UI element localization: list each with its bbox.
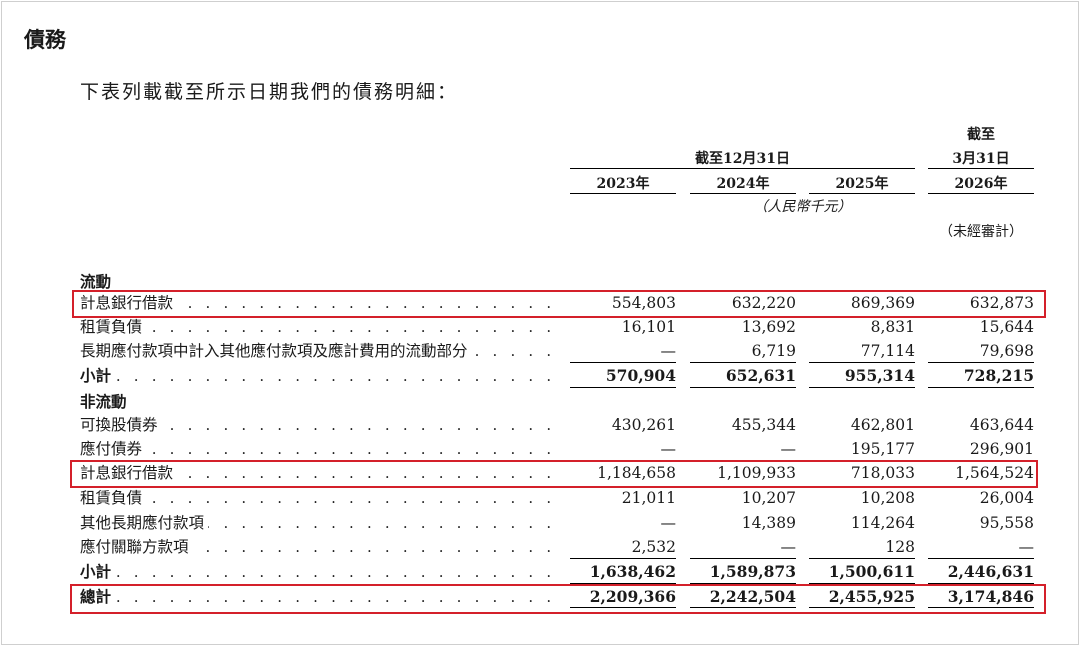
- header-year-rule-2026: [928, 193, 1034, 194]
- subtotal-rule-2026: [928, 558, 1034, 559]
- cell-2026: —: [1018, 538, 1035, 556]
- row-label: 小計: [80, 562, 116, 581]
- table-row-subtotal: . . . . . . . . . . . . . . . . . . . . …: [80, 364, 1035, 388]
- row-label: 小計: [80, 366, 116, 385]
- header-year-2024: 2024年: [716, 176, 770, 192]
- currency-unit: （人民幣千元）: [753, 199, 852, 215]
- header-year-rule-2025: [809, 193, 915, 194]
- header-year-2025: 2025年: [835, 176, 889, 192]
- row-label: 應付關聯方款項: [80, 538, 193, 556]
- table-row: . . . . . . . . . . . . . . . . . . . . …: [80, 511, 1035, 535]
- cell-2026: 15,644: [979, 318, 1034, 336]
- cell-2025: 10,208: [860, 489, 915, 507]
- subtotal-rule-2023: [570, 558, 676, 559]
- row-label: 租賃負債: [80, 318, 147, 336]
- cell-2023: —: [660, 514, 677, 532]
- table-row: . . . . . . . . . . . . . . . . . . . . …: [80, 413, 1035, 437]
- header-group-dec31: 截至12月31日: [695, 151, 790, 167]
- header-group-mar31-line2: 3月31日: [952, 151, 1010, 167]
- subtotal-rule-2024: [690, 362, 796, 363]
- table-row: . . . . . . . . . . . . . . . . . . . . …: [80, 535, 1035, 559]
- table-row: . . . . . . . . . . . . . . . . . . . . …: [80, 339, 1035, 363]
- cell-2024: 6,719: [751, 342, 796, 360]
- cell-2026: 728,215: [963, 366, 1034, 385]
- cell-2024: 13,692: [741, 318, 796, 336]
- section-noncurrent: 非流動: [80, 392, 127, 411]
- subtotal-rule-2025: [809, 558, 915, 559]
- subtotal-rule-2024: [690, 558, 796, 559]
- cell-2023: 570,904: [605, 366, 676, 385]
- cell-2026: 26,004: [979, 489, 1034, 507]
- cell-2025: 462,801: [850, 416, 915, 434]
- cell-2024: 455,344: [731, 416, 796, 434]
- subtotal-underline-2026: [928, 387, 1034, 388]
- header-year-2023: 2023年: [596, 176, 650, 192]
- cell-2025: 128: [885, 538, 915, 556]
- cell-2026: 296,901: [969, 440, 1034, 458]
- subtotal-underline-2024: [690, 387, 796, 388]
- cell-2024: 10,207: [741, 489, 796, 507]
- cell-2023: 16,101: [621, 318, 676, 336]
- row-label: 租賃負債: [80, 489, 147, 507]
- table-row-subtotal: . . . . . . . . . . . . . . . . . . . . …: [80, 560, 1035, 584]
- header-group-mar31-rule: [928, 168, 1034, 169]
- cell-2023: 21,011: [621, 489, 676, 507]
- table-row: . . . . . . . . . . . . . . . . . . . . …: [80, 486, 1035, 510]
- row-label: 長期應付款項中計入其他應付款項及應計費用的流動部分: [80, 342, 472, 360]
- unaudited-note: （未經審計）: [939, 224, 1023, 240]
- section-heading: 債務: [24, 27, 66, 52]
- cell-2025: 955,314: [844, 366, 915, 385]
- cell-2024: 14,389: [741, 514, 796, 532]
- table-row: . . . . . . . . . . . . . . . . . . . . …: [80, 437, 1035, 461]
- cell-2023: 430,261: [611, 416, 676, 434]
- table-row: . . . . . . . . . . . . . . . . . . . . …: [80, 315, 1035, 339]
- header-year-rule-2024: [690, 193, 796, 194]
- cell-2025: 114,264: [850, 514, 915, 532]
- cell-2024: 1,589,873: [709, 562, 796, 581]
- subtotal-rule-2025: [809, 362, 915, 363]
- cell-2023: 1,638,462: [589, 562, 676, 581]
- subtotal-underline-2023: [570, 387, 676, 388]
- row-label: 應付債券: [80, 440, 147, 458]
- cell-2023: —: [660, 440, 677, 458]
- cell-2024: —: [780, 440, 797, 458]
- cell-2025: 1,500,611: [828, 562, 915, 581]
- row-label: 其他長期應付款項: [80, 514, 209, 532]
- header-year-rule-2023: [570, 193, 676, 194]
- cell-2026: 95,558: [979, 514, 1034, 532]
- row-label: 可換股債券: [80, 416, 162, 434]
- subtotal-rule-2023: [570, 362, 676, 363]
- cell-2025: 8,831: [870, 318, 915, 336]
- cell-2025: 195,177: [850, 440, 915, 458]
- cell-2024: 652,631: [725, 366, 796, 385]
- cell-2026: 463,644: [969, 416, 1034, 434]
- cell-2026: 2,446,631: [947, 562, 1034, 581]
- highlight-box-current-bank-loans: [72, 290, 1046, 318]
- section-current: 流動: [80, 272, 112, 291]
- cell-2026: 79,698: [979, 342, 1034, 360]
- header-group-rule: [570, 168, 915, 169]
- intro-text: 下表列載截至所示日期我們的債務明細：: [80, 81, 459, 103]
- highlight-box-total: [70, 584, 1046, 614]
- subtotal-underline-2025: [809, 387, 915, 388]
- cell-2025: 77,114: [860, 342, 915, 360]
- subtotal-rule-2026: [928, 362, 1034, 363]
- cell-2024: —: [780, 538, 797, 556]
- highlight-box-noncurrent-bank-loans: [70, 460, 1038, 488]
- cell-2023: 2,532: [631, 538, 676, 556]
- header-year-2026: 2026年: [954, 176, 1008, 192]
- header-group-mar31-line1: 截至: [967, 127, 995, 143]
- cell-2023: —: [660, 342, 677, 360]
